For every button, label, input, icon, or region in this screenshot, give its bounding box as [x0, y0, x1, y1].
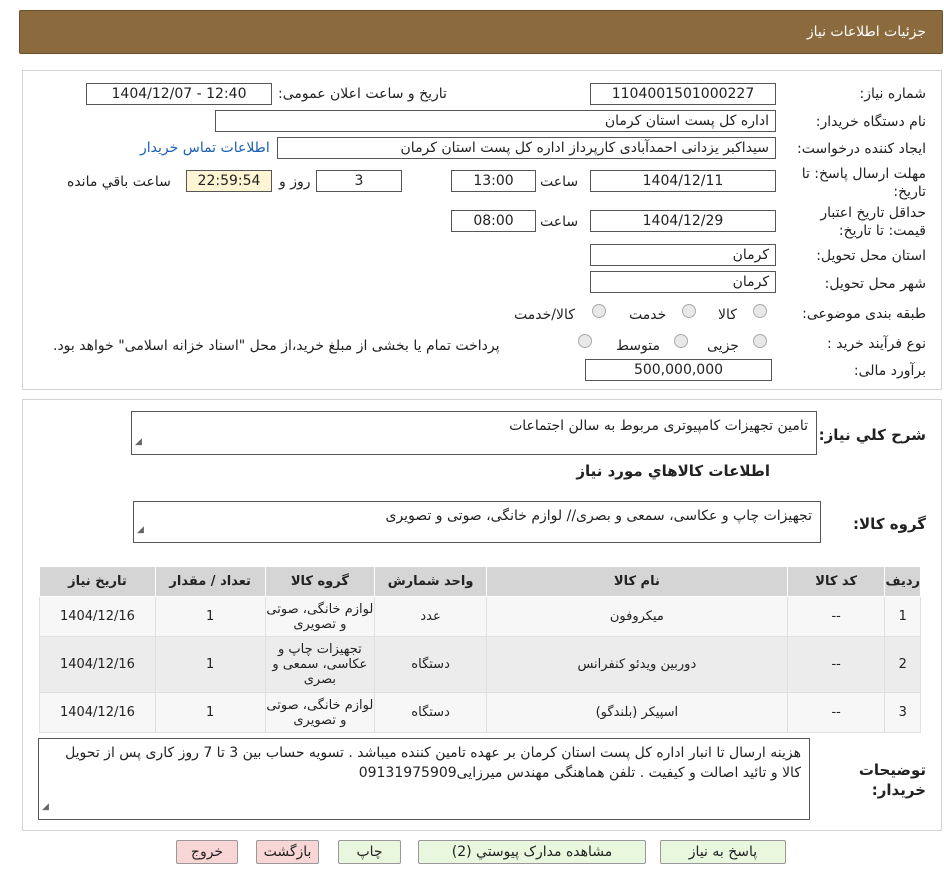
col-group-header: گروه کالا: [264, 566, 376, 597]
buyer-contact-link[interactable]: اطلاعات تماس خریدار: [140, 140, 270, 156]
process-note: پرداخت تمام یا بخشی از مبلغ خرید،از محل …: [53, 338, 500, 354]
remaining-label: ساعت باقي مانده: [67, 174, 171, 190]
cell-unit: دستگاه: [374, 692, 487, 733]
table-row: 3 -- اسپیکر (بلندگو) دستگاه لوازم خانگی،…: [39, 692, 921, 733]
category-radio-goods[interactable]: [753, 304, 767, 318]
goods-table: رديف کد کالا نام کالا واحد شمارش گروه کا…: [39, 566, 921, 733]
cell-unit: دستگاه: [374, 636, 487, 693]
city-label: شهر محل تحویل:: [824, 276, 926, 292]
category-option-both: کالا/خدمت: [514, 307, 575, 323]
col-qty-header: تعداد / مقدار: [154, 566, 266, 597]
cell-qty: 1: [154, 692, 266, 733]
table-row: 1 -- میکروفون عدد لوازم خانگی، صوتی و تص…: [39, 596, 921, 637]
cell-date: 1404/12/16: [39, 692, 156, 733]
cell-unit: عدد: [374, 596, 487, 637]
process-radio-medium[interactable]: [674, 334, 688, 348]
table-header-row: رديف کد کالا نام کالا واحد شمارش گروه کا…: [39, 566, 921, 597]
process-option-medium: متوسط: [616, 338, 660, 354]
col-row-header: رديف: [884, 566, 921, 597]
budget-label: برآورد مالی:: [853, 363, 926, 379]
category-radio-service[interactable]: [682, 304, 696, 318]
deadline-label: مهلت ارسال پاسخ: تا تاریخ:: [801, 166, 926, 200]
cell-group: تجهیزات چاپ و عکاسی، سمعی و بصری: [264, 636, 376, 693]
resize-grip-icon[interactable]: ◢: [42, 797, 49, 817]
resize-grip-icon[interactable]: ◢: [137, 520, 144, 540]
remaining-time-field: 22:59:54: [186, 170, 272, 192]
summary-textarea[interactable]: تامین تجهیزات کامپیوتری مربوط به سالن اج…: [131, 411, 817, 455]
need-number-field: 1104001501000227: [590, 83, 776, 105]
province-label: استان محل تحویل:: [816, 248, 926, 264]
cell-code: --: [786, 692, 886, 733]
col-name-header: نام کالا: [485, 566, 788, 597]
category-option-goods: کالا: [718, 307, 737, 323]
validity-label: حداقل تاريخ اعتبار قیمت: تا تاریخ:: [820, 205, 926, 239]
cell-row: 3: [884, 692, 921, 733]
page-title: جزئیات اطلاعات نیاز: [806, 24, 926, 40]
cell-code: --: [786, 596, 886, 637]
summary-text: تامین تجهیزات کامپیوتری مربوط به سالن اج…: [509, 418, 808, 434]
cell-row: 1: [884, 596, 921, 637]
cell-qty: 1: [154, 596, 266, 637]
announce-field: 1404/12/07 - 12:40: [86, 83, 272, 105]
deadline-time-field: 13:00: [451, 170, 536, 192]
days-field: 3: [316, 170, 402, 192]
page-header: جزئیات اطلاعات نیاز: [19, 10, 943, 54]
validity-time-field: 08:00: [451, 210, 536, 232]
cell-date: 1404/12/16: [39, 596, 156, 637]
validity-time-label: ساعت: [540, 214, 579, 230]
process-label: نوع فرآیند خرید :: [827, 336, 926, 352]
cell-qty: 1: [154, 636, 266, 693]
city-field: کرمان: [590, 271, 776, 293]
goods-group-text: تجهیزات چاپ و عکاسی، سمعی و بصری// لوازم…: [385, 508, 813, 524]
buyer-notes-textarea[interactable]: هزینه ارسال تا انبار اداره کل پست استان …: [38, 738, 810, 820]
cell-name: دوربین ویدئو کنفرانس: [485, 636, 788, 693]
category-option-service: خدمت: [629, 307, 667, 323]
days-label: روز و: [279, 174, 311, 190]
col-date-header: تاریخ نیاز: [39, 566, 156, 597]
cell-code: --: [786, 636, 886, 693]
exit-button[interactable]: خروج: [176, 840, 238, 864]
print-button[interactable]: چاپ: [338, 840, 401, 864]
goods-group-textarea[interactable]: تجهیزات چاپ و عکاسی، سمعی و بصری// لوازم…: [133, 501, 821, 543]
reply-button[interactable]: پاسخ به نیاز: [660, 840, 786, 864]
cell-row: 2: [884, 636, 921, 693]
province-field: کرمان: [590, 244, 776, 266]
cell-date: 1404/12/16: [39, 636, 156, 693]
cell-name: اسپیکر (بلندگو): [485, 692, 788, 733]
buyer-notes-label: توضیحات خریدار:: [858, 761, 926, 799]
category-radio-both[interactable]: [592, 304, 606, 318]
announce-label: تاریخ و ساعت اعلان عمومی:: [278, 86, 447, 102]
process-checkbox-treasury[interactable]: [578, 334, 592, 348]
deadline-date-field: 1404/12/11: [590, 170, 776, 192]
cell-name: میکروفون: [485, 596, 788, 637]
buyer-org-field: اداره کل پست استان کرمان: [215, 110, 776, 132]
process-option-partial: جزیی: [707, 338, 739, 354]
back-button[interactable]: بازگشت: [256, 840, 319, 864]
buyer-org-label: نام دستگاه خریدار:: [815, 114, 926, 130]
cell-group: لوازم خانگی، صوتی و تصویری: [264, 596, 376, 637]
budget-field: 500,000,000: [585, 359, 772, 381]
col-code-header: کد کالا: [786, 566, 886, 597]
validity-date-field: 1404/12/29: [590, 210, 776, 232]
table-row: 2 -- دوربین ویدئو کنفرانس دستگاه تجهیزات…: [39, 636, 921, 693]
attachments-button[interactable]: مشاهده مدارک پیوستي (2): [418, 840, 646, 864]
need-number-label: شماره نیاز:: [859, 86, 927, 102]
creator-field: سیداکبر یزدانی احمدآبادی کارپرداز اداره …: [277, 137, 776, 159]
deadline-time-label: ساعت: [540, 174, 579, 190]
resize-grip-icon[interactable]: ◢: [135, 432, 142, 452]
process-radio-partial[interactable]: [753, 334, 767, 348]
goods-group-label: گروه کالا:: [853, 515, 926, 533]
cell-group: لوازم خانگی، صوتی و تصویری: [264, 692, 376, 733]
goods-section-title: اطلاعات کالاهاي مورد نياز: [576, 462, 770, 480]
summary-label: شرح كلي نياز:: [818, 426, 926, 444]
category-label: طبقه بندی موضوعی:: [802, 306, 926, 322]
col-unit-header: واحد شمارش: [374, 566, 487, 597]
buyer-notes-text: هزینه ارسال تا انبار اداره کل پست استان …: [65, 745, 801, 781]
creator-label: ایجاد کننده درخواست:: [797, 141, 926, 157]
